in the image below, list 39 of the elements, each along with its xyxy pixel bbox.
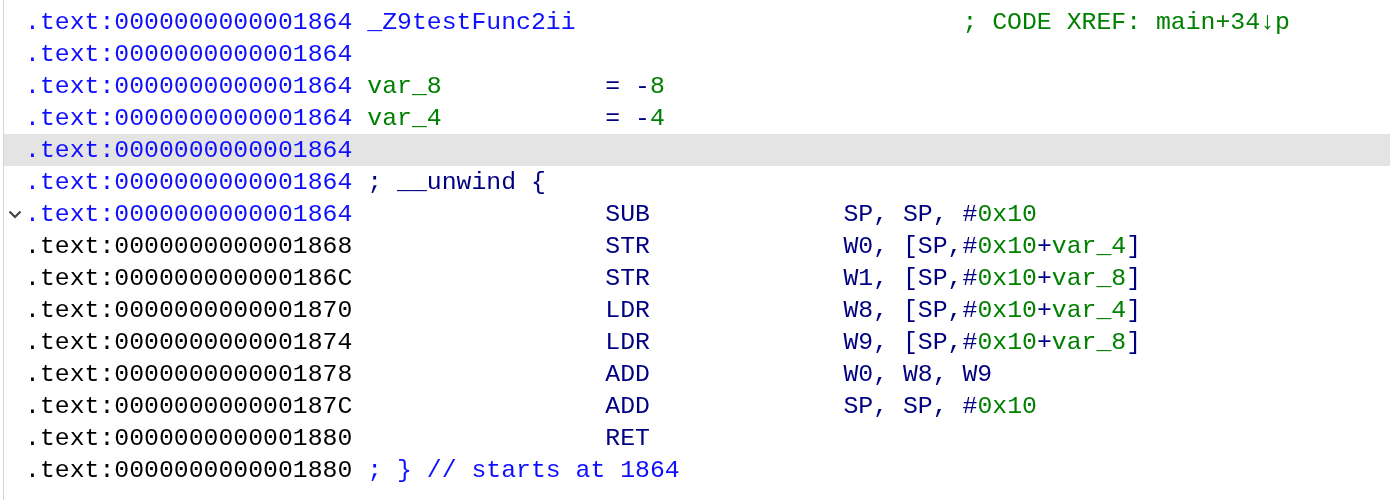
address-text: .text:0000000000001878 xyxy=(25,359,353,390)
chevron-down-icon[interactable] xyxy=(7,209,22,219)
address-text: .text:0000000000001880 xyxy=(25,423,353,454)
operands-text: SP, SP, #0x10 xyxy=(843,199,1037,230)
address-text: .text:0000000000001864 xyxy=(25,71,353,102)
mnemonic-text: SUB xyxy=(605,199,650,230)
label-text: var_4 xyxy=(367,103,442,134)
operands-text: W0, [SP,#0x10+var_4] xyxy=(843,231,1142,262)
mnemonic-text: STR xyxy=(605,231,650,262)
operands-text: W8, [SP,#0x10+var_4] xyxy=(843,295,1142,326)
address-text: .text:0000000000001864 xyxy=(25,103,353,134)
operands-text: W0, W8, W9 xyxy=(843,359,993,390)
address-text: .text:0000000000001870 xyxy=(25,295,353,326)
mnemonic-text: = -4 xyxy=(605,103,665,134)
mnemonic-text: RET xyxy=(605,423,650,454)
operands-text: W9, [SP,#0x10+var_8] xyxy=(843,327,1142,358)
mnemonic-text: STR xyxy=(605,263,650,294)
mnemonic-text: ADD xyxy=(605,391,650,422)
mnemonic-text: ADD xyxy=(605,359,650,390)
operands-text: W1, [SP,#0x10+var_8] xyxy=(843,263,1142,294)
address-text: .text:0000000000001864 xyxy=(25,167,353,198)
mnemonic-text: = -8 xyxy=(605,71,665,102)
comment-text: ; CODE XREF: main+34↓p xyxy=(962,7,1290,38)
address-text: .text:0000000000001864 xyxy=(25,39,353,70)
address-text: .text:0000000000001864 xyxy=(25,199,353,230)
label-text: var_8 xyxy=(367,71,442,102)
address-text: .text:0000000000001864 xyxy=(25,7,353,38)
mnemonic-text: LDR xyxy=(605,295,650,326)
label-text: ; } // starts at 1864 xyxy=(367,455,680,486)
address-text: .text:000000000000187C xyxy=(25,391,353,422)
address-text: .text:0000000000001864 xyxy=(25,135,353,166)
address-text: .text:000000000000186C xyxy=(25,263,353,294)
address-text: .text:0000000000001868 xyxy=(25,231,353,262)
label-text: ; __unwind { xyxy=(367,167,546,198)
operands-text: SP, SP, #0x10 xyxy=(843,391,1037,422)
mnemonic-text: LDR xyxy=(605,327,650,358)
label-text: _Z9testFunc2ii xyxy=(367,7,576,38)
address-text: .text:0000000000001880 xyxy=(25,455,353,486)
address-text: .text:0000000000001874 xyxy=(25,327,353,358)
